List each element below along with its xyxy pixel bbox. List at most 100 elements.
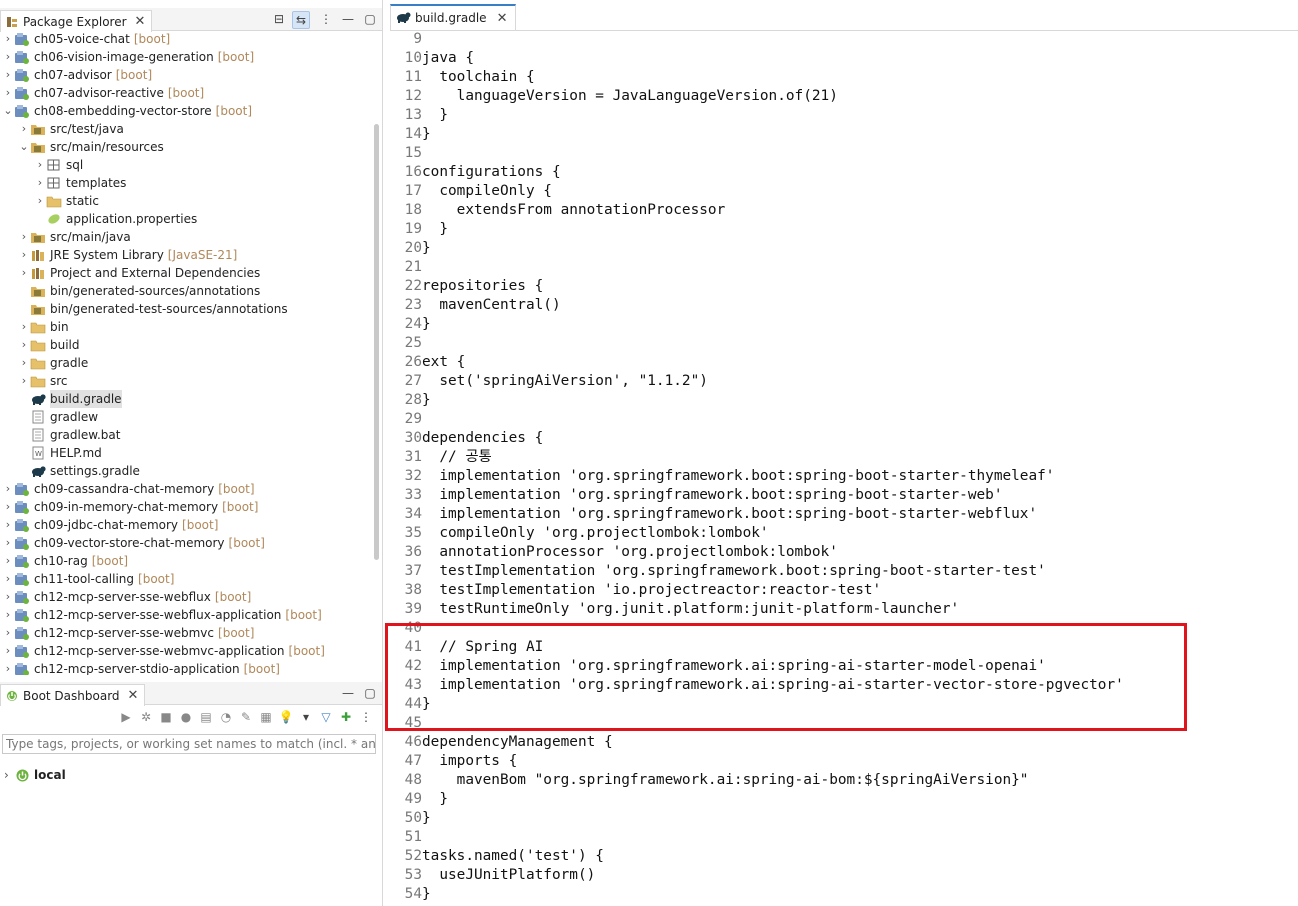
expand-icon[interactable]: › [18,354,30,372]
expand-icon[interactable]: › [2,84,14,102]
code-line[interactable]: 22repositories { [390,277,544,296]
expand-icon[interactable]: › [4,768,16,782]
code-line[interactable]: 27 set('springAiVersion', "1.1.2") [390,372,708,391]
tree-item[interactable]: › JRE System Library [JavaSE-21] [0,246,238,264]
code-line[interactable]: 16configurations { [390,163,561,182]
expand-icon[interactable]: › [18,318,30,336]
editor-tab-build-gradle[interactable]: build.gradle ✕ [390,4,517,30]
code-line[interactable]: 28} [390,391,431,410]
code-line[interactable]: 30dependencies { [390,429,544,448]
filter-icon[interactable]: ▽ [318,709,334,725]
tree-item[interactable]: W HELP.md [0,444,102,462]
expand-icon[interactable]: › [34,192,46,210]
tree-item[interactable]: › ch12-mcp-server-sse-webmvc-application[… [0,642,325,660]
tree-item[interactable]: › static [0,192,99,210]
minimize-icon[interactable]: — [340,11,356,27]
tree-item[interactable]: › ch11-tool-calling [boot] [0,570,174,588]
tree-item[interactable]: › ch12-mcp-server-sse-webflux [boot] [0,588,251,606]
code-line[interactable]: 39 testRuntimeOnly 'org.junit.platform:j… [390,600,960,619]
code-line[interactable]: 37 testImplementation 'org.springframewo… [390,562,1046,581]
code-line[interactable]: 47 imports { [390,752,518,771]
code-line[interactable]: 46dependencyManagement { [390,733,613,752]
code-line[interactable]: 26ext { [390,353,466,372]
tree-item[interactable]: ⌄ ch08-embedding-vector-store [boot] [0,102,252,120]
code-line[interactable]: 15 [390,144,422,163]
code-line[interactable]: 21 [390,258,422,277]
package-explorer-tab[interactable]: Package Explorer ✕ [0,10,153,32]
open-browser-icon[interactable]: ◔ [218,709,234,725]
code-line[interactable]: 53 useJUnitPlatform() [390,866,596,885]
code-line[interactable]: 51 [390,828,422,847]
filter-input[interactable]: Type tags, projects, or working set name… [2,734,376,754]
code-line[interactable]: 20} [390,239,431,258]
tree-scrollbar[interactable] [374,124,379,560]
expand-icon[interactable]: › [2,660,14,675]
expand-icon[interactable]: › [2,30,14,48]
expand-icon[interactable]: › [2,588,14,606]
tree-item[interactable]: › gradle [0,354,88,372]
expand-icon[interactable]: › [2,66,14,84]
lightbulb-icon[interactable]: 💡 [278,709,294,725]
add-icon[interactable]: ✚ [338,709,354,725]
expand-icon[interactable]: › [2,498,14,516]
code-line[interactable]: 49 } [390,790,448,809]
expand-icon[interactable]: › [34,156,46,174]
minimize-icon[interactable]: — [340,685,356,701]
code-line[interactable]: 13 } [390,106,448,125]
close-icon[interactable]: ✕ [135,14,146,29]
tree-item[interactable]: › ch05-voice-chat [boot] [0,30,170,48]
code-line[interactable]: 17 compileOnly { [390,182,552,201]
view-menu-icon[interactable]: ⋮ [318,11,334,27]
tree-item[interactable]: bin/generated-test-sources/annotations [0,300,288,318]
tree-item[interactable]: › ch12-mcp-server-sse-webmvc [boot] [0,624,254,642]
local-target-row[interactable]: › local [4,768,66,782]
code-line[interactable]: 24} [390,315,431,334]
start-icon[interactable]: ▶ [118,709,134,725]
tree-item[interactable]: › ch09-cassandra-chat-memory [boot] [0,480,255,498]
tree-item[interactable]: › sql [0,156,83,174]
tree-item[interactable]: › ch10-rag [boot] [0,552,128,570]
table-icon[interactable]: ▦ [258,709,274,725]
tree-item[interactable]: › ch06-vision-image-generation [boot] [0,48,254,66]
debug-icon[interactable]: ✲ [138,709,154,725]
code-line[interactable]: 52tasks.named('test') { [390,847,604,866]
expand-icon[interactable]: › [34,174,46,192]
boot-dashboard-tab[interactable]: Boot Dashboard ✕ [0,684,146,706]
expand-icon[interactable]: › [2,606,14,624]
code-line[interactable]: 12 languageVersion = JavaLanguageVersion… [390,87,838,106]
expand-icon[interactable]: › [18,264,30,282]
code-line[interactable]: 19 } [390,220,448,239]
pause-icon[interactable]: ● [178,709,194,725]
expand-icon[interactable]: › [18,372,30,390]
maximize-icon[interactable]: ▢ [362,685,378,701]
project-tree[interactable]: › ch05-voice-chat [boot] › ch06-vision-image… [0,30,372,675]
console-icon[interactable]: ▤ [198,709,214,725]
expand-icon[interactable]: › [2,480,14,498]
expand-icon[interactable]: › [18,120,30,138]
expand-icon[interactable]: › [2,570,14,588]
code-line[interactable]: 38 testImplementation 'io.projectreactor… [390,581,882,600]
expand-icon[interactable]: › [18,336,30,354]
code-line[interactable]: 50} [390,809,431,828]
code-line[interactable]: 23 mavenCentral() [390,296,561,315]
tree-item[interactable]: › ch09-jdbc-chat-memory [boot] [0,516,218,534]
expand-icon[interactable]: › [18,246,30,264]
tree-item[interactable]: › ch07-advisor [boot] [0,66,152,84]
edit-icon[interactable]: ✎ [238,709,254,725]
expand-icon[interactable]: › [2,552,14,570]
tree-item[interactable]: › bin [0,318,69,336]
tree-item[interactable]: › ch12-mcp-server-stdio-application [boot] [0,660,280,675]
tree-item[interactable]: › ch09-vector-store-chat-memory [boot] [0,534,265,552]
code-line[interactable]: 36 annotationProcessor 'org.projectlombo… [390,543,838,562]
tree-item[interactable]: › ch07-advisor-reactive [boot] [0,84,204,102]
tree-item[interactable]: build.gradle [0,390,122,408]
code-line[interactable]: 32 implementation 'org.springframework.b… [390,467,1055,486]
tree-item[interactable]: › src/test/java [0,120,124,138]
close-icon[interactable]: ✕ [497,11,508,26]
collapse-icon[interactable]: ⌄ [2,102,14,120]
maximize-icon[interactable]: ▢ [362,11,378,27]
dropdown-icon[interactable]: ▾ [298,709,314,725]
code-line[interactable]: 25 [390,334,422,353]
tree-item[interactable]: gradlew [0,408,98,426]
code-line[interactable]: 29 [390,410,422,429]
